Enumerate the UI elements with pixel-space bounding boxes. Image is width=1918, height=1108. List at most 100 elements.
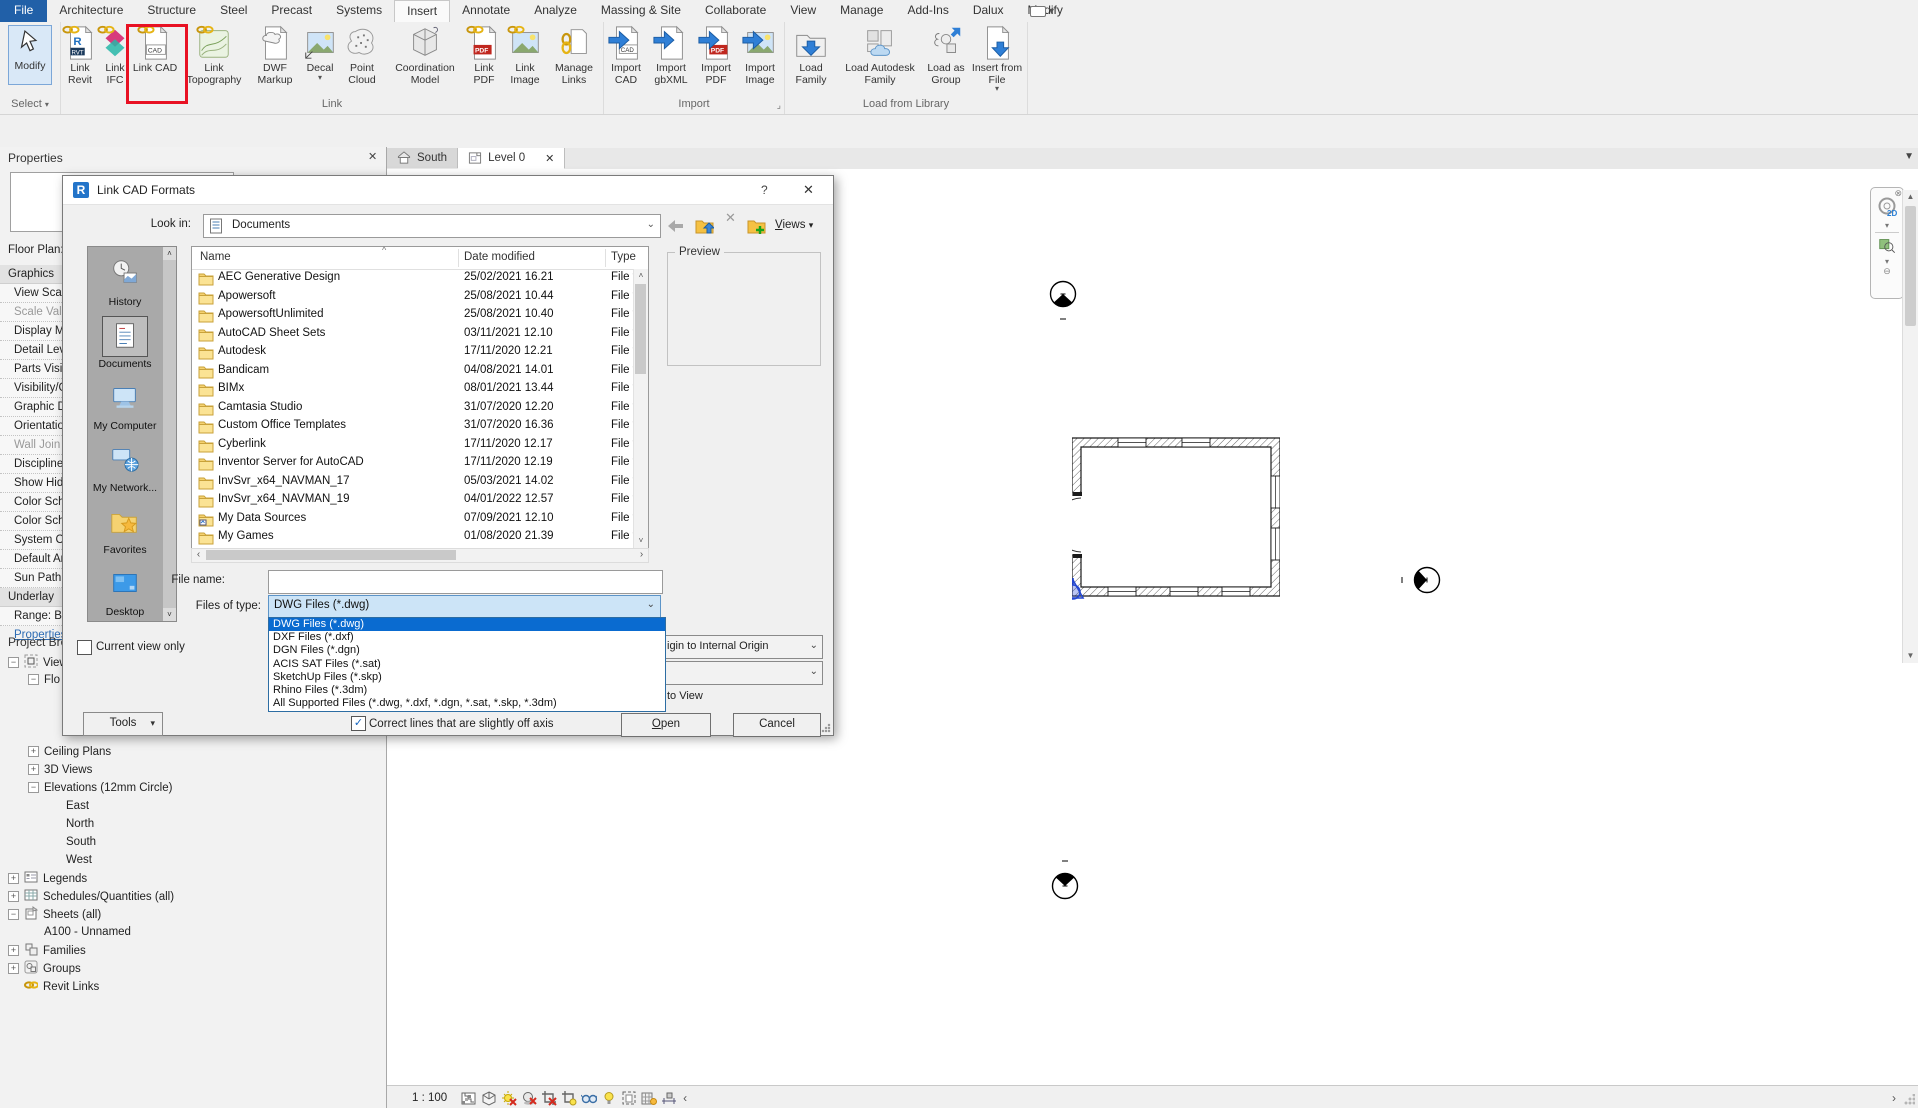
select-group-label[interactable]: Select ▾: [0, 98, 60, 113]
scrollbar-thumb[interactable]: [635, 284, 646, 374]
file-name-input[interactable]: [268, 570, 663, 594]
import-cad-button[interactable]: CADImport CAD: [604, 22, 648, 98]
view-tab-south[interactable]: South: [387, 148, 458, 168]
load-family-button[interactable]: Load Family: [785, 22, 837, 98]
scroll-up-icon[interactable]: ˄: [163, 247, 176, 260]
dialog-resize-grip[interactable]: [821, 723, 831, 733]
reveal-hidden-elements-button[interactable]: [601, 1090, 617, 1106]
ribbon-tab-dalux[interactable]: Dalux: [961, 0, 1016, 22]
file-row-bandicam[interactable]: Bandicam04/08/2021 14.01File fo: [192, 362, 632, 381]
decal-button[interactable]: Decal▾: [301, 22, 339, 98]
browser-item-a100-unnamed[interactable]: A100 - Unnamed: [28, 924, 131, 942]
column-divider[interactable]: [458, 249, 459, 267]
place-my-computer[interactable]: My Computer: [88, 379, 162, 432]
sun-path-off-button[interactable]: [501, 1090, 517, 1106]
dialog-launcher-icon[interactable]: ⌟: [777, 100, 781, 111]
type-option-1[interactable]: DXF Files (*.dxf): [269, 631, 665, 644]
place-my-network[interactable]: My Network...: [88, 441, 162, 494]
floor-plan-drawing[interactable]: [1072, 436, 1280, 605]
reveal-constraints-button[interactable]: [661, 1090, 677, 1106]
expand-icon[interactable]: +: [8, 891, 19, 902]
browser-item-revit-links[interactable]: Revit Links: [8, 978, 99, 996]
ribbon-tab-view[interactable]: View: [778, 0, 828, 22]
chevron-down-icon[interactable]: ▾: [1871, 222, 1903, 230]
browser-item-schedules-quantities-all[interactable]: +Schedules/Quantities (all): [8, 888, 174, 906]
browser-item-west[interactable]: West: [50, 852, 92, 870]
scroll-right-icon[interactable]: ›: [635, 549, 648, 561]
point-cloud-button[interactable]: Point Cloud: [339, 22, 385, 98]
type-option-0[interactable]: DWG Files (*.dwg): [269, 618, 665, 631]
collapse-icon[interactable]: −: [28, 674, 39, 685]
ribbon-tab-add-ins[interactable]: Add-Ins: [895, 0, 960, 22]
file-row-invsvr-x64-navman-19[interactable]: InvSvr_x64_NAVMAN_1904/01/2022 12.57File…: [192, 491, 632, 510]
browser-item-east[interactable]: East: [50, 798, 89, 816]
scroll-up-icon[interactable]: ▲: [1903, 190, 1918, 204]
group-label-load-from-library[interactable]: Load from Library: [785, 98, 1027, 113]
file-list-horizontal-scrollbar[interactable]: ‹ ›: [191, 548, 649, 563]
views-dropdown-button[interactable]: Views ▾: [775, 219, 813, 231]
browser-item-south[interactable]: South: [50, 834, 96, 852]
files-of-type-dropdown[interactable]: DWG Files (*.dwg) ⌄: [268, 595, 661, 618]
column-header-name[interactable]: Name: [200, 251, 231, 263]
scroll-left-icon[interactable]: ‹: [683, 1091, 687, 1105]
load-autodesk-family-button[interactable]: Load Autodesk Family: [837, 22, 923, 98]
elevation-marker-south[interactable]: [1048, 858, 1082, 902]
cancel-button[interactable]: Cancel: [733, 713, 821, 737]
view-scale-control[interactable]: 1 : 100: [412, 1092, 447, 1104]
file-row-my-data-sources[interactable]: My Data Sources07/09/2021 12.10File fo: [192, 510, 632, 529]
help-icon[interactable]: ?: [761, 183, 768, 197]
load-as-group-button[interactable]: Load as Group: [923, 22, 969, 98]
resize-grip[interactable]: [1903, 1094, 1915, 1106]
open-button[interactable]: Open: [621, 713, 711, 737]
browser-item-flo[interactable]: −Flo: [28, 672, 60, 690]
ribbon-display-toggle-icon[interactable]: ▾: [1030, 3, 1064, 19]
expand-icon[interactable]: +: [28, 746, 39, 757]
place-favorites[interactable]: Favorites: [88, 503, 162, 556]
minimize-icon[interactable]: ⊖: [1871, 266, 1903, 277]
ribbon-tab-insert[interactable]: Insert: [394, 0, 450, 22]
column-header-type[interactable]: Type: [611, 251, 636, 263]
ribbon-tab-collaborate[interactable]: Collaborate: [693, 0, 778, 22]
link-image-button[interactable]: Link Image: [503, 22, 547, 98]
type-option-4[interactable]: SketchUp Files (*.skp): [269, 671, 665, 684]
place-documents[interactable]: Documents: [88, 317, 162, 370]
file-row-inventor-server-for-autocad[interactable]: Inventor Server for AutoCAD17/11/2020 12…: [192, 454, 632, 473]
ribbon-tab-analyze[interactable]: Analyze: [522, 0, 589, 22]
file-row-custom-office-templates[interactable]: Custom Office Templates31/07/2020 16.36F…: [192, 417, 632, 436]
steering-wheel-2d-icon[interactable]: 2D: [1876, 197, 1898, 219]
collapse-icon[interactable]: −: [8, 657, 19, 668]
file-row-cyberlink[interactable]: Cyberlink17/11/2020 12.17File fo: [192, 436, 632, 455]
link-pdf-button[interactable]: PDFLink PDF: [465, 22, 503, 98]
type-option-2[interactable]: DGN Files (*.dgn): [269, 644, 665, 657]
crop-view-button[interactable]: [541, 1090, 557, 1106]
scroll-right-icon[interactable]: ›: [1892, 1091, 1896, 1105]
column-divider[interactable]: [605, 249, 606, 267]
file-row-camtasia-studio[interactable]: Camtasia Studio31/07/2020 12.20File fo: [192, 399, 632, 418]
close-icon[interactable]: ✕: [803, 182, 814, 198]
file-list-vertical-scrollbar[interactable]: ˄ ˅: [633, 269, 648, 548]
file-row-autocad-sheet-sets[interactable]: AutoCAD Sheet Sets03/11/2021 12.10File f…: [192, 325, 632, 344]
expand-icon[interactable]: +: [28, 764, 39, 775]
ribbon-tab-file[interactable]: File: [0, 0, 47, 22]
positioning-dropdown[interactable]: igin to Internal Origin ⌄: [661, 635, 823, 659]
ribbon-tab-massing-site[interactable]: Massing & Site: [589, 0, 693, 22]
view-tab-level-0[interactable]: Level 0✕: [458, 148, 565, 169]
scrollbar-thumb[interactable]: [206, 550, 456, 560]
type-option-3[interactable]: ACIS SAT Files (*.sat): [269, 658, 665, 671]
file-row-bimx[interactable]: BIMx08/01/2021 13.44File fo: [192, 380, 632, 399]
place-at-dropdown[interactable]: ⌄: [661, 661, 823, 685]
file-row-invsvr-x64-navman-17[interactable]: InvSvr_x64_NAVMAN_1705/03/2021 14.02File…: [192, 473, 632, 492]
visual-style-button[interactable]: [481, 1090, 497, 1106]
back-button[interactable]: [667, 216, 684, 233]
expand-icon[interactable]: +: [8, 945, 19, 956]
browser-item-north[interactable]: North: [50, 816, 94, 834]
collapse-icon[interactable]: −: [8, 909, 19, 920]
link-ifc-button[interactable]: Link IFC: [99, 22, 131, 98]
dwf-markup-button[interactable]: DWF Markup: [249, 22, 301, 98]
group-label-import[interactable]: Import⌟: [604, 98, 784, 113]
scroll-up-icon[interactable]: ˄: [634, 269, 648, 283]
file-row-my-games[interactable]: My Games01/08/2020 21.39File fo: [192, 528, 632, 547]
close-icon[interactable]: ⊗: [1894, 188, 1902, 199]
import-image-button[interactable]: Import Image: [738, 22, 782, 98]
up-one-level-button[interactable]: [695, 216, 714, 234]
